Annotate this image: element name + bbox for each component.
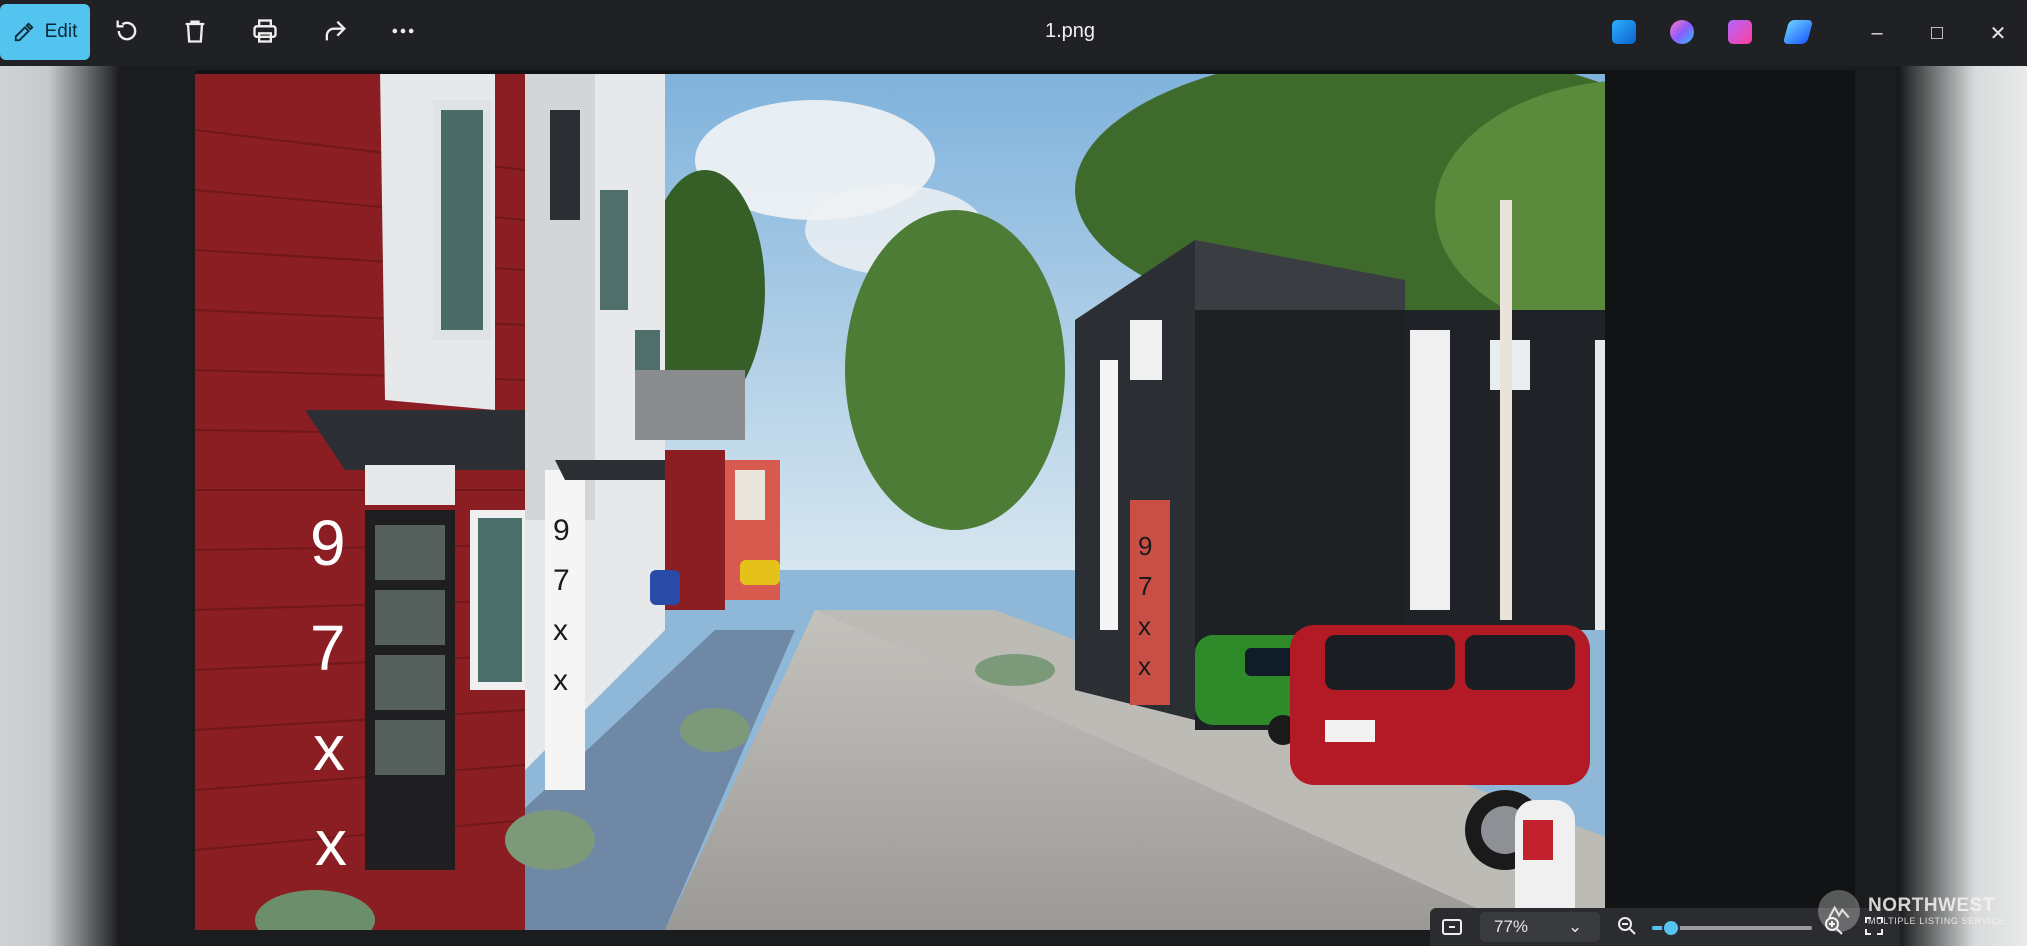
delete-icon[interactable] <box>178 14 212 48</box>
designer-icon[interactable] <box>1782 20 1814 44</box>
edit-icon <box>14 22 34 42</box>
svg-text:x: x <box>1138 611 1151 641</box>
print-icon[interactable] <box>248 14 282 48</box>
svg-text:9: 9 <box>1138 531 1152 561</box>
svg-text:x: x <box>1138 651 1151 681</box>
edit-button[interactable]: Edit <box>0 4 90 60</box>
svg-text:9: 9 <box>553 514 570 547</box>
monitor-bezel-right <box>1897 0 2027 946</box>
chevron-down-icon: ⌄ <box>1568 917 1583 936</box>
image-canvas[interactable]: 9 7 x x 9 7 x x 9 7 x x <box>195 70 1855 930</box>
svg-text:7: 7 <box>1138 571 1152 601</box>
svg-text:x: x <box>553 664 568 697</box>
rendering-image: 9 7 x x 9 7 x x 9 7 x x <box>195 70 1855 930</box>
house-number-digit-2: 7 <box>310 612 346 684</box>
zoom-out-icon[interactable] <box>1615 914 1639 938</box>
zoom-select[interactable]: 77% ⌄ <box>1480 912 1600 942</box>
copilot-icon[interactable] <box>1670 20 1694 44</box>
maximize-icon[interactable]: □ <box>1922 18 1952 48</box>
close-icon[interactable]: ✕ <box>1983 18 2013 48</box>
zoom-slider-thumb[interactable] <box>1662 919 1681 937</box>
paint-icon[interactable] <box>1612 20 1636 44</box>
zoom-slider[interactable] <box>1652 919 1812 937</box>
edit-label: Edit <box>44 21 78 42</box>
title-bar: Edit 1.png – □ ✕ <box>0 0 2027 66</box>
svg-text:7: 7 <box>553 564 570 597</box>
clipchamp-icon[interactable] <box>1728 20 1752 44</box>
monitor-bezel-left <box>0 60 120 946</box>
nwmls-logo-icon <box>1818 890 1860 932</box>
fit-to-window-icon[interactable] <box>1440 915 1466 939</box>
watermark-name: NORTHWEST <box>1868 895 1995 916</box>
rotate-icon[interactable] <box>110 14 144 48</box>
window-title: 1.png <box>1044 20 1096 42</box>
more-icon[interactable] <box>386 14 420 48</box>
house-number-digit-1: 9 <box>310 507 346 579</box>
share-icon[interactable] <box>318 14 352 48</box>
zoom-level: 77% <box>1494 917 1529 936</box>
minimize-icon[interactable]: – <box>1862 18 1892 48</box>
svg-text:x: x <box>553 614 568 647</box>
house-number-digit-4: x <box>315 807 347 879</box>
watermark-tagline: MULTIPLE LISTING SERVICE <box>1868 916 2006 926</box>
nwmls-watermark: NORTHWEST MULTIPLE LISTING SERVICE <box>1818 888 2018 934</box>
house-number-digit-3: x <box>313 712 345 784</box>
